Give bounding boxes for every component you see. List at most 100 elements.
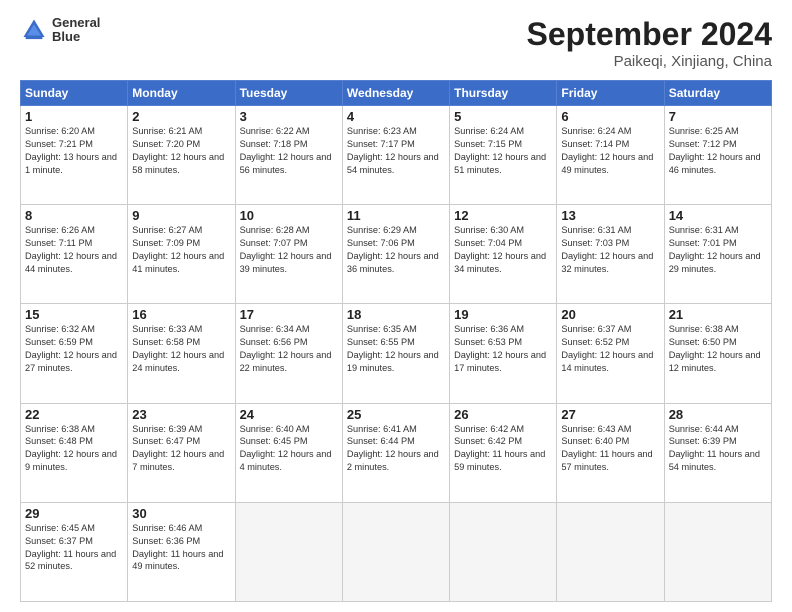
- table-row: [557, 502, 664, 601]
- calendar-row-3: 15Sunrise: 6:32 AMSunset: 6:59 PMDayligh…: [21, 304, 772, 403]
- table-row: 14Sunrise: 6:31 AMSunset: 7:01 PMDayligh…: [664, 205, 771, 304]
- calendar-header-row: Sunday Monday Tuesday Wednesday Thursday…: [21, 81, 772, 106]
- cell-info: Sunrise: 6:32 AMSunset: 6:59 PMDaylight:…: [25, 323, 123, 375]
- day-number: 23: [132, 407, 230, 422]
- table-row: 15Sunrise: 6:32 AMSunset: 6:59 PMDayligh…: [21, 304, 128, 403]
- table-row: 30Sunrise: 6:46 AMSunset: 6:36 PMDayligh…: [128, 502, 235, 601]
- table-row: 27Sunrise: 6:43 AMSunset: 6:40 PMDayligh…: [557, 403, 664, 502]
- cell-info: Sunrise: 6:31 AMSunset: 7:03 PMDaylight:…: [561, 224, 659, 276]
- calendar-row-1: 1Sunrise: 6:20 AMSunset: 7:21 PMDaylight…: [21, 106, 772, 205]
- cell-info: Sunrise: 6:24 AMSunset: 7:15 PMDaylight:…: [454, 125, 552, 177]
- day-number: 8: [25, 208, 123, 223]
- table-row: 1Sunrise: 6:20 AMSunset: 7:21 PMDaylight…: [21, 106, 128, 205]
- col-monday: Monday: [128, 81, 235, 106]
- cell-info: Sunrise: 6:43 AMSunset: 6:40 PMDaylight:…: [561, 423, 659, 475]
- day-number: 24: [240, 407, 338, 422]
- day-number: 13: [561, 208, 659, 223]
- table-row: 28Sunrise: 6:44 AMSunset: 6:39 PMDayligh…: [664, 403, 771, 502]
- table-row: 12Sunrise: 6:30 AMSunset: 7:04 PMDayligh…: [450, 205, 557, 304]
- cell-info: Sunrise: 6:22 AMSunset: 7:18 PMDaylight:…: [240, 125, 338, 177]
- cell-info: Sunrise: 6:24 AMSunset: 7:14 PMDaylight:…: [561, 125, 659, 177]
- day-number: 15: [25, 307, 123, 322]
- table-row: 25Sunrise: 6:41 AMSunset: 6:44 PMDayligh…: [342, 403, 449, 502]
- cell-info: Sunrise: 6:28 AMSunset: 7:07 PMDaylight:…: [240, 224, 338, 276]
- logo-line2: Blue: [52, 30, 100, 44]
- cell-info: Sunrise: 6:40 AMSunset: 6:45 PMDaylight:…: [240, 423, 338, 475]
- day-number: 6: [561, 109, 659, 124]
- day-number: 17: [240, 307, 338, 322]
- table-row: 7Sunrise: 6:25 AMSunset: 7:12 PMDaylight…: [664, 106, 771, 205]
- day-number: 14: [669, 208, 767, 223]
- day-number: 2: [132, 109, 230, 124]
- logo-text: General Blue: [52, 16, 100, 45]
- cell-info: Sunrise: 6:41 AMSunset: 6:44 PMDaylight:…: [347, 423, 445, 475]
- cell-info: Sunrise: 6:38 AMSunset: 6:48 PMDaylight:…: [25, 423, 123, 475]
- cell-info: Sunrise: 6:45 AMSunset: 6:37 PMDaylight:…: [25, 522, 123, 574]
- table-row: 6Sunrise: 6:24 AMSunset: 7:14 PMDaylight…: [557, 106, 664, 205]
- table-row: [664, 502, 771, 601]
- table-row: 17Sunrise: 6:34 AMSunset: 6:56 PMDayligh…: [235, 304, 342, 403]
- table-row: 22Sunrise: 6:38 AMSunset: 6:48 PMDayligh…: [21, 403, 128, 502]
- table-row: 11Sunrise: 6:29 AMSunset: 7:06 PMDayligh…: [342, 205, 449, 304]
- day-number: 1: [25, 109, 123, 124]
- day-number: 4: [347, 109, 445, 124]
- table-row: 13Sunrise: 6:31 AMSunset: 7:03 PMDayligh…: [557, 205, 664, 304]
- day-number: 29: [25, 506, 123, 521]
- day-number: 27: [561, 407, 659, 422]
- table-row: 4Sunrise: 6:23 AMSunset: 7:17 PMDaylight…: [342, 106, 449, 205]
- day-number: 12: [454, 208, 552, 223]
- table-row: 20Sunrise: 6:37 AMSunset: 6:52 PMDayligh…: [557, 304, 664, 403]
- cell-info: Sunrise: 6:26 AMSunset: 7:11 PMDaylight:…: [25, 224, 123, 276]
- col-friday: Friday: [557, 81, 664, 106]
- table-row: 23Sunrise: 6:39 AMSunset: 6:47 PMDayligh…: [128, 403, 235, 502]
- cell-info: Sunrise: 6:33 AMSunset: 6:58 PMDaylight:…: [132, 323, 230, 375]
- table-row: 10Sunrise: 6:28 AMSunset: 7:07 PMDayligh…: [235, 205, 342, 304]
- day-number: 9: [132, 208, 230, 223]
- cell-info: Sunrise: 6:20 AMSunset: 7:21 PMDaylight:…: [25, 125, 123, 177]
- logo-line1: General: [52, 16, 100, 30]
- day-number: 25: [347, 407, 445, 422]
- col-wednesday: Wednesday: [342, 81, 449, 106]
- logo-icon: [20, 16, 48, 44]
- cell-info: Sunrise: 6:35 AMSunset: 6:55 PMDaylight:…: [347, 323, 445, 375]
- day-number: 26: [454, 407, 552, 422]
- main-title: September 2024: [527, 16, 772, 53]
- day-number: 19: [454, 307, 552, 322]
- table-row: 18Sunrise: 6:35 AMSunset: 6:55 PMDayligh…: [342, 304, 449, 403]
- day-number: 3: [240, 109, 338, 124]
- cell-info: Sunrise: 6:44 AMSunset: 6:39 PMDaylight:…: [669, 423, 767, 475]
- cell-info: Sunrise: 6:29 AMSunset: 7:06 PMDaylight:…: [347, 224, 445, 276]
- col-tuesday: Tuesday: [235, 81, 342, 106]
- cell-info: Sunrise: 6:34 AMSunset: 6:56 PMDaylight:…: [240, 323, 338, 375]
- day-number: 22: [25, 407, 123, 422]
- cell-info: Sunrise: 6:30 AMSunset: 7:04 PMDaylight:…: [454, 224, 552, 276]
- table-row: [450, 502, 557, 601]
- table-row: [342, 502, 449, 601]
- table-row: 16Sunrise: 6:33 AMSunset: 6:58 PMDayligh…: [128, 304, 235, 403]
- col-saturday: Saturday: [664, 81, 771, 106]
- calendar-table: Sunday Monday Tuesday Wednesday Thursday…: [20, 80, 772, 602]
- cell-info: Sunrise: 6:21 AMSunset: 7:20 PMDaylight:…: [132, 125, 230, 177]
- table-row: 2Sunrise: 6:21 AMSunset: 7:20 PMDaylight…: [128, 106, 235, 205]
- day-number: 5: [454, 109, 552, 124]
- col-thursday: Thursday: [450, 81, 557, 106]
- table-row: 29Sunrise: 6:45 AMSunset: 6:37 PMDayligh…: [21, 502, 128, 601]
- table-row: 9Sunrise: 6:27 AMSunset: 7:09 PMDaylight…: [128, 205, 235, 304]
- day-number: 7: [669, 109, 767, 124]
- title-section: September 2024 Paikeqi, Xinjiang, China: [527, 16, 772, 70]
- day-number: 11: [347, 208, 445, 223]
- day-number: 16: [132, 307, 230, 322]
- table-row: 26Sunrise: 6:42 AMSunset: 6:42 PMDayligh…: [450, 403, 557, 502]
- header: General Blue September 2024 Paikeqi, Xin…: [20, 16, 772, 70]
- cell-info: Sunrise: 6:37 AMSunset: 6:52 PMDaylight:…: [561, 323, 659, 375]
- table-row: 24Sunrise: 6:40 AMSunset: 6:45 PMDayligh…: [235, 403, 342, 502]
- table-row: 5Sunrise: 6:24 AMSunset: 7:15 PMDaylight…: [450, 106, 557, 205]
- cell-info: Sunrise: 6:25 AMSunset: 7:12 PMDaylight:…: [669, 125, 767, 177]
- cell-info: Sunrise: 6:46 AMSunset: 6:36 PMDaylight:…: [132, 522, 230, 574]
- cell-info: Sunrise: 6:36 AMSunset: 6:53 PMDaylight:…: [454, 323, 552, 375]
- cell-info: Sunrise: 6:42 AMSunset: 6:42 PMDaylight:…: [454, 423, 552, 475]
- day-number: 30: [132, 506, 230, 521]
- page: General Blue September 2024 Paikeqi, Xin…: [0, 0, 792, 612]
- cell-info: Sunrise: 6:39 AMSunset: 6:47 PMDaylight:…: [132, 423, 230, 475]
- cell-info: Sunrise: 6:23 AMSunset: 7:17 PMDaylight:…: [347, 125, 445, 177]
